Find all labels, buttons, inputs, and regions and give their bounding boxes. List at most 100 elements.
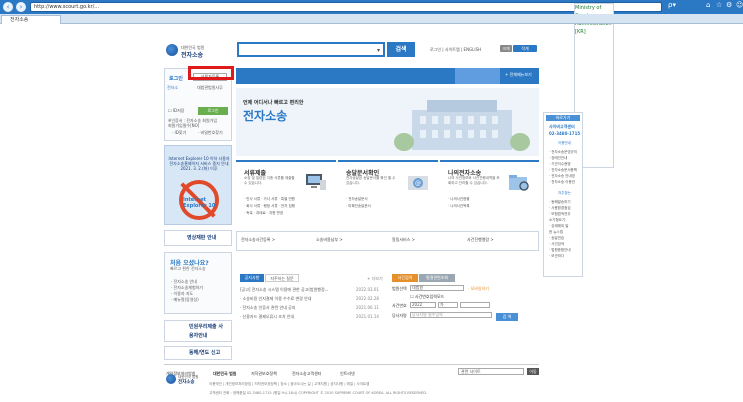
footer-divider	[164, 364, 539, 365]
related-site-select[interactable]: 관련 사이트	[458, 368, 524, 375]
forward-icon[interactable]: ›	[16, 2, 26, 12]
right-link[interactable]: · 법원종합안내	[549, 248, 571, 253]
quick-link-fee[interactable]: 소송비용납부 >	[316, 237, 343, 243]
court-select[interactable]: 대법원	[410, 285, 464, 291]
right-link[interactable]: · 사건검색	[549, 242, 564, 247]
search-button[interactable]: 검색	[387, 42, 415, 57]
right-link[interactable]: 한 뉴스법	[549, 230, 563, 235]
disabled-user-button[interactable]: 민원우리제출 사용자안내	[164, 320, 232, 342]
search-input[interactable]: ▾	[237, 42, 385, 57]
case-no-label: 사건번호	[392, 303, 407, 308]
find-id-link[interactable]: · ID찾기	[172, 130, 186, 136]
right-link[interactable]: · 보험법적연무	[549, 212, 571, 217]
service-link[interactable]: · 미확인송달문서	[346, 203, 371, 210]
case-search-button[interactable]: 검 색	[496, 313, 518, 321]
notice-row[interactable]: · 소송비용 인지결제 이용 수수료 변경 안내	[240, 296, 311, 302]
video-trial-button[interactable]: 영상재판 안내	[164, 230, 232, 246]
right-link[interactable]: · 동해발송하기	[549, 200, 571, 205]
login-tab-court[interactable]: 대법관법원사무	[197, 85, 223, 91]
help-item[interactable]: · 메뉴얼(동영상)	[171, 297, 199, 303]
all-menu-link[interactable]: + 전체메뉴보기	[505, 72, 532, 78]
footer-link[interactable]: 인트라넷	[340, 371, 355, 377]
case-number-input[interactable]	[460, 302, 490, 308]
right-link[interactable]: · 사용환경점검	[549, 206, 571, 211]
chevron-down-icon[interactable]: ▾	[377, 47, 380, 54]
service-link[interactable]: · 전자송달문서	[346, 196, 371, 203]
right-link[interactable]: · 전자소송 이용권	[549, 180, 575, 185]
tab-faq[interactable]: 자주하는 질문	[265, 274, 299, 282]
right-link[interactable]: · 보관하다	[549, 254, 564, 259]
footer-link[interactable]: 저작권보호정책	[251, 371, 277, 377]
search-hint-text[interactable]: ρ▾	[668, 2, 676, 9]
smiley-icon[interactable]: ☺	[736, 2, 743, 9]
notice-more-link[interactable]: + 더보기	[367, 276, 383, 282]
cert-report-button[interactable]: 동해/연도 신고	[164, 346, 232, 360]
quick-link-register[interactable]: 전자소송사건등록 >	[241, 237, 275, 243]
service-link[interactable]: · 독촉 · 과태료 · 지원 변경	[244, 210, 295, 217]
mail-icon: @	[408, 176, 428, 190]
right-link[interactable]: · 전자소송운영규칙	[549, 150, 577, 155]
nav-item-submit[interactable]: 서류제출	[249, 0, 267, 16]
right-link[interactable]: · 강제해외 발	[549, 224, 568, 229]
footer-link[interactable]: 대한민국 법원	[213, 371, 236, 377]
service-link[interactable]: · 회사 서류 · 행정 서류 · 전자 집행	[244, 203, 295, 210]
top-links[interactable]: 로그인 | 사이트맵 | ENGLISH	[430, 47, 481, 53]
notice-row[interactable]: · 전자소송 인증서 관련 안내 공지	[240, 305, 295, 311]
right-link[interactable]: 소기형요기	[549, 218, 565, 223]
case-mode-checkbox[interactable]: ☐ 사건번호입력모드	[410, 294, 444, 300]
go-button[interactable]: 이동	[527, 368, 539, 375]
ie-logo-text: Internet Explorer 10	[183, 197, 216, 209]
footer-link[interactable]: 전자소송고객센터	[292, 371, 321, 377]
find-pw-link[interactable]: · 비밀번호찾기	[198, 130, 223, 136]
browser-tab[interactable]: 전자소송	[1, 15, 61, 24]
right-link[interactable]: · 장애인안내	[549, 156, 567, 161]
service-link[interactable]: · 나의사건현황	[448, 196, 470, 203]
help-sub: 빠르고 편한 전자소송	[170, 266, 206, 271]
year-select[interactable]: 2022	[410, 302, 436, 308]
save-id-checkbox[interactable]: ☐ ID저장	[168, 108, 184, 114]
service-link[interactable]: · 민사 서류 · 가사 서류 · 특별 민원	[244, 196, 295, 203]
party-input[interactable]: 당사자명 필수입력	[410, 312, 492, 318]
nav-item-view[interactable]: 열람/발급	[336, 0, 356, 16]
computer-icon	[306, 174, 326, 190]
gear-icon[interactable]: ⚙	[726, 2, 733, 9]
font-large-button[interactable]: 크게	[500, 45, 512, 52]
star-icon[interactable]: ☆	[716, 2, 723, 9]
notice-row[interactable]: [공고] 전자소송 시스템 이용에 관한 공고(법원행정...	[240, 287, 328, 293]
service-mycase[interactable]: 나의전자소송 나의 사건정보와 사건진행내역을 조회하고 관리할 수 있습니다.…	[440, 160, 539, 226]
notice-date: 2022.03.01	[356, 287, 379, 292]
mobile-link[interactable]: · 모바일하기	[468, 286, 489, 292]
case-type-select[interactable]: 가	[438, 302, 458, 308]
party-label: 당사자명	[392, 313, 407, 318]
tab-verdict-search[interactable]: 평결관련조회	[419, 274, 455, 282]
quick-link-progress[interactable]: 사건진행열람 >	[467, 237, 494, 243]
home-icon[interactable]: ⌂	[706, 2, 713, 9]
service-desc: 나의 사건정보와 사건진행내역을 조회하고 관리할 수 있습니다.	[448, 176, 500, 185]
nav-item-mycase[interactable]: 나의전자소송	[461, 0, 489, 16]
quick-link-alert[interactable]: 알림서비스 >	[392, 237, 415, 243]
court-emblem-icon	[166, 374, 176, 384]
notice-date: 2021.06.11	[356, 305, 379, 310]
video-trial-label: 영상재판 안내	[187, 235, 217, 241]
service-submit[interactable]: 서류제출 소장 및 일련된 각종 서류를 제출할 수 있습니다. · 민사 서류…	[236, 160, 336, 226]
nav-active-highlight	[455, 68, 500, 84]
right-link[interactable]: · 기관이수증명	[549, 162, 571, 167]
service-delivery[interactable]: 송달문서확인 전자송달된 송달문서를 확인 할 수 있습니다. · 전자송달문서…	[338, 160, 438, 226]
right-link[interactable]: · 전자소송 안내영	[549, 174, 575, 179]
right-link[interactable]: · 송달연습	[549, 236, 564, 241]
login-button[interactable]: 로그인	[198, 107, 228, 115]
service-link[interactable]: · 나의사건목록	[448, 203, 470, 210]
right-link[interactable]: · 전자소송문서용책	[549, 168, 577, 173]
ie-notice-banner[interactable]: Internet Explorer 10 이하 사용자 전자소송홈페이지 서비스…	[164, 145, 232, 225]
tab-title: 전자소송	[10, 17, 29, 23]
notice-row[interactable]: · 신용카드 결제오류시 조치 안내	[240, 314, 294, 320]
back-icon[interactable]: ‹	[3, 2, 13, 12]
nav-item-payment[interactable]: 납부/환급	[424, 0, 444, 16]
nav-item-delivery[interactable]: 송달문서확인	[288, 0, 316, 16]
tab-case-search[interactable]: 사건검색	[392, 274, 418, 282]
font-small-button[interactable]: 작게	[513, 45, 537, 52]
tab-notice[interactable]: 공지사항	[240, 274, 264, 282]
nav-item-cert[interactable]: 제증명	[381, 0, 395, 16]
court-value: 대법원	[412, 285, 424, 290]
login-tab-ecourt[interactable]: 전자소	[167, 85, 178, 91]
